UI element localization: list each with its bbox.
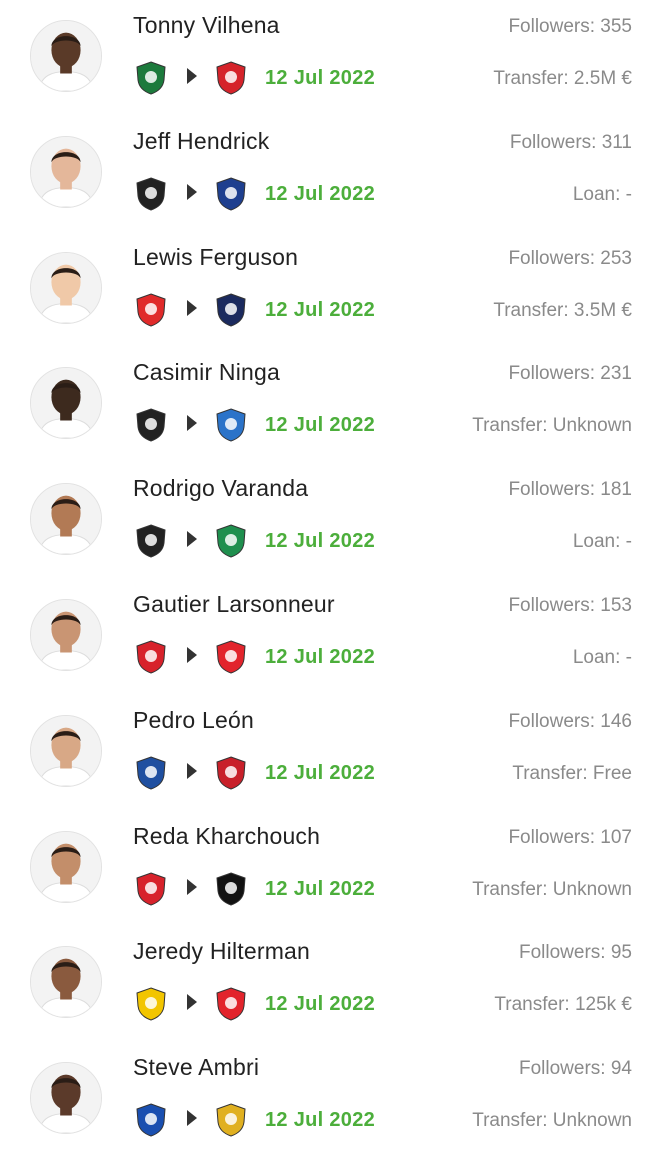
player-avatar[interactable] (30, 483, 102, 556)
transfer-arrow-icon (187, 183, 197, 200)
transfer-fee: Transfer: 125k € (494, 994, 632, 1016)
fuenlabrada-crest-icon[interactable] (133, 755, 169, 791)
transfer-row[interactable]: Rodrigo Varanda Followers: 181 12 Jul 2022… (0, 463, 662, 579)
transfer-arrow-icon (187, 531, 197, 548)
anorthosis-crest-icon[interactable] (213, 407, 249, 443)
transfer-row[interactable]: Gautier Larsonneur Followers: 153 12 Jul 2… (0, 579, 662, 695)
angers-crest-icon[interactable] (133, 407, 169, 443)
nac-breda-crest-icon[interactable] (133, 986, 169, 1022)
newcastle-crest-icon[interactable] (133, 176, 169, 212)
aberdeen-crest-icon[interactable] (133, 292, 169, 328)
player-name[interactable]: Steve Ambri (133, 1054, 259, 1081)
transfer-row[interactable]: Reda Kharchouch Followers: 107 12 Jul 2022… (0, 811, 662, 927)
player-avatar[interactable] (30, 714, 102, 787)
player-name[interactable]: Lewis Ferguson (133, 244, 298, 271)
transfer-date: 12 Jul 2022 (265, 993, 376, 1016)
player-name[interactable]: Pedro León (133, 707, 254, 734)
followers-count: Followers: 311 (509, 131, 632, 153)
followers-count: Followers: 181 (508, 479, 632, 501)
transfer-row[interactable]: Steve Ambri Followers: 94 12 Jul 2022 Trans… (0, 1042, 662, 1158)
transfer-arrow-icon (187, 299, 197, 316)
corinthians-crest-icon[interactable] (133, 523, 169, 559)
followers-count: Followers: 253 (508, 247, 632, 269)
transfer-fee: Transfer: Free (512, 762, 632, 784)
transfer-date: 12 Jul 2022 (265, 414, 376, 437)
player-avatar[interactable] (30, 251, 102, 324)
player-name[interactable]: Rodrigo Varanda (133, 475, 308, 502)
omonia-crest-icon[interactable] (213, 523, 249, 559)
player-avatar[interactable] (30, 599, 102, 671)
player-avatar[interactable] (30, 135, 102, 208)
transfer-date: 12 Jul 2022 (265, 67, 376, 89)
transfer-arrow-icon (187, 1110, 197, 1127)
followers-count: Followers: 231 (508, 363, 632, 385)
transfer-fee: Transfer: Unknown (472, 1110, 632, 1132)
transfer-date: 12 Jul 2022 (265, 182, 376, 205)
krasnodar-crest-icon[interactable] (133, 60, 169, 96)
transfer-row[interactable]: Jeff Hendrick Followers: 311 12 Jul 2022 Lo… (0, 116, 662, 232)
bologna-crest-icon[interactable] (213, 292, 249, 328)
transfer-fee: Loan: - (572, 647, 632, 668)
transfer-fee: Transfer: Unknown (472, 878, 632, 900)
real-murcia-crest-icon[interactable] (213, 755, 249, 791)
player-name[interactable]: Jeff Hendrick (133, 128, 269, 155)
transfer-date: 12 Jul 2022 (265, 877, 376, 900)
transfer-row[interactable]: Pedro León Followers: 146 12 Jul 2022 Trans… (0, 695, 662, 811)
espanyol-crest-icon[interactable] (213, 60, 249, 96)
transfer-fee: Transfer: Unknown (472, 415, 632, 437)
followers-count: Followers: 107 (508, 826, 632, 848)
sochaux-crest-icon[interactable] (133, 1102, 169, 1138)
transfer-date: 12 Jul 2022 (265, 646, 376, 668)
almere-city-crest-icon[interactable] (213, 986, 249, 1022)
followers-count: Followers: 95 (519, 942, 632, 964)
transfer-arrow-icon (187, 762, 197, 779)
excelsior-crest-icon[interactable] (213, 871, 249, 907)
player-name[interactable]: Gautier Larsonneur (133, 591, 335, 618)
followers-count: Followers: 355 (508, 16, 632, 37)
followers-count: Followers: 146 (508, 710, 632, 732)
player-name[interactable]: Jeredy Hilterman (133, 938, 310, 965)
player-name[interactable]: Tonny Vilhena (133, 12, 280, 39)
reading-crest-icon[interactable] (213, 176, 249, 212)
transfer-arrow-icon (187, 994, 197, 1011)
followers-count: Followers: 153 (508, 595, 632, 616)
transfer-arrow-icon (187, 647, 197, 663)
transfer-row[interactable]: Tonny Vilhena Followers: 355 12 Jul 2022 Tr… (0, 0, 662, 116)
player-avatar[interactable] (30, 367, 102, 440)
transfer-row[interactable]: Casimir Ninga Followers: 231 12 Jul 2022 Tr… (0, 347, 662, 463)
transfer-arrow-icon (187, 415, 197, 432)
player-name[interactable]: Reda Kharchouch (133, 823, 320, 850)
transfer-date: 12 Jul 2022 (265, 298, 376, 321)
transfer-fee: Loan: - (572, 183, 632, 205)
transfer-date: 12 Jul 2022 (265, 530, 376, 553)
sparta-crest-icon[interactable] (133, 871, 169, 907)
sheriff-crest-icon[interactable] (213, 1102, 249, 1138)
transfer-date: 12 Jul 2022 (265, 761, 376, 784)
transfer-row[interactable]: Lewis Ferguson Followers: 253 12 Jul 2022 T… (0, 232, 662, 348)
brest-crest-icon[interactable] (133, 639, 169, 675)
transfer-row[interactable]: Jeredy Hilterman Followers: 95 12 Jul 2022… (0, 926, 662, 1042)
valenciennes-crest-icon[interactable] (213, 639, 249, 675)
transfer-date: 12 Jul 2022 (265, 1109, 376, 1132)
transfer-fee: Transfer: 2.5M € (493, 68, 632, 89)
transfer-arrow-icon (187, 68, 197, 84)
player-name[interactable]: Casimir Ninga (133, 359, 280, 386)
player-avatar[interactable] (30, 20, 102, 92)
player-avatar[interactable] (30, 830, 102, 903)
player-avatar[interactable] (30, 1062, 102, 1135)
transfer-fee: Transfer: 3.5M € (493, 299, 632, 321)
transfer-fee: Loan: - (572, 531, 632, 553)
player-avatar[interactable] (30, 946, 102, 1019)
followers-count: Followers: 94 (519, 1058, 632, 1080)
transfer-arrow-icon (187, 878, 197, 895)
